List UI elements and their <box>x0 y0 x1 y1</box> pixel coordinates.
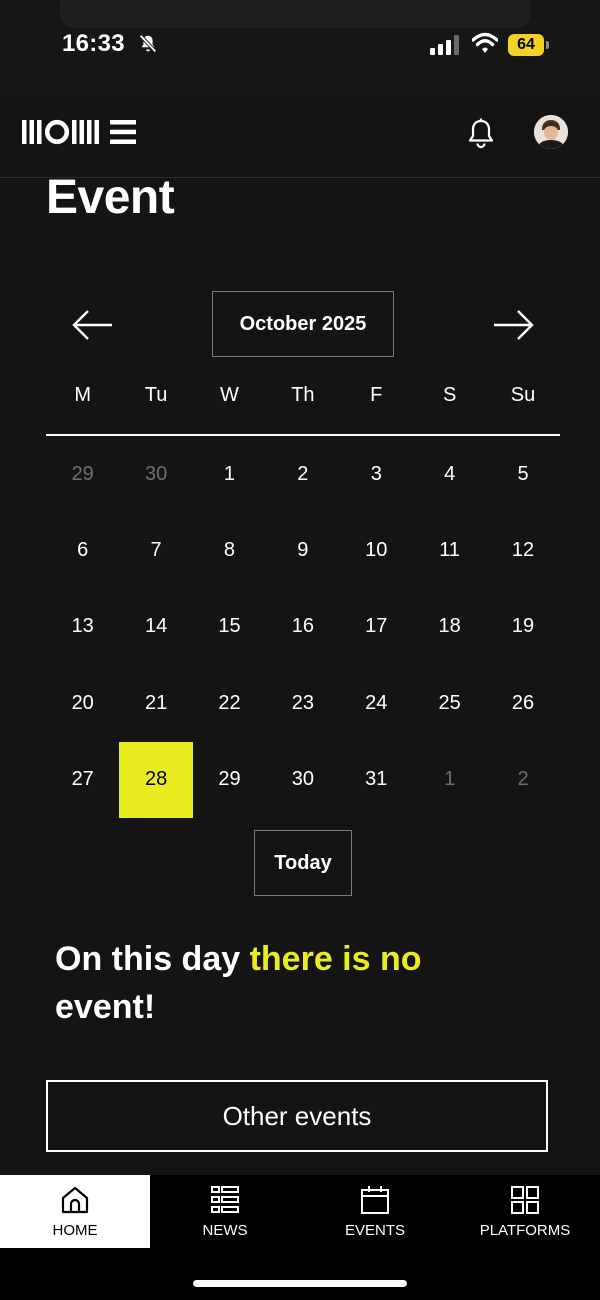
tab-events-label: EVENTS <box>344 1222 405 1239</box>
notification-bell-icon[interactable] <box>466 117 496 149</box>
avatar-portrait-icon <box>534 115 568 149</box>
calendar-day[interactable]: 26 <box>486 665 559 741</box>
calendar-day[interactable]: 6 <box>46 512 119 588</box>
calendar-week: 6 7 8 9 10 11 12 <box>46 512 560 588</box>
home-icon <box>61 1186 89 1214</box>
tab-platforms[interactable]: PLATFORMS <box>450 1175 600 1248</box>
tab-events[interactable]: EVENTS <box>300 1175 450 1248</box>
no-event-text-end: event! <box>55 988 156 1026</box>
calendar-day[interactable]: 9 <box>266 512 339 588</box>
tab-news[interactable]: NEWS <box>150 1175 300 1248</box>
calendar-day[interactable]: 20 <box>46 665 119 741</box>
calendar-week: 20 21 22 23 24 25 26 <box>46 665 560 741</box>
calendar-day[interactable]: 13 <box>46 589 119 665</box>
grid-icon <box>511 1186 539 1214</box>
calendar-week: 27 28 29 30 31 1 2 <box>46 741 560 818</box>
weekday-label: S <box>442 384 457 406</box>
no-event-text: On this day <box>55 940 250 978</box>
no-event-highlight: there is no <box>249 940 422 978</box>
battery-indicator: 64 <box>508 34 550 56</box>
no-event-message: On this day there is no event! <box>55 935 525 1031</box>
weekday-label: Th <box>291 384 315 406</box>
tab-news-label: NEWS <box>202 1222 248 1239</box>
tab-platforms-label: PLATFORMS <box>479 1222 571 1239</box>
calendar-day[interactable]: 24 <box>340 665 413 741</box>
calendar-day[interactable]: 14 <box>119 589 192 665</box>
calendar-day[interactable]: 8 <box>193 512 266 588</box>
status-time: 16:33 <box>62 30 125 57</box>
month-selector[interactable]: October 2025 <box>212 291 394 357</box>
calendar-day[interactable]: 25 <box>413 665 486 741</box>
other-events-button[interactable]: Other events <box>46 1080 548 1152</box>
calendar-day[interactable]: 21 <box>119 665 192 741</box>
next-month-arrow-icon[interactable] <box>492 308 536 342</box>
calendar-day[interactable]: 5 <box>486 436 559 512</box>
mome-logo[interactable] <box>22 117 138 147</box>
calendar-day[interactable]: 11 <box>413 512 486 588</box>
weekday-label: W <box>220 384 239 406</box>
tab-home-label: HOME <box>52 1222 98 1239</box>
calendar-day[interactable]: 10 <box>340 512 413 588</box>
calendar-day[interactable]: 16 <box>266 589 339 665</box>
calendar-day[interactable]: 23 <box>266 665 339 741</box>
calendar-day[interactable]: 7 <box>119 512 192 588</box>
status-bar: 16:33 64 <box>0 0 600 90</box>
calendar-day[interactable]: 2 <box>266 436 339 512</box>
battery-level: 64 <box>508 34 544 56</box>
calendar-day[interactable]: 12 <box>486 512 559 588</box>
calendar-day-outside-month[interactable]: 1 <box>413 742 486 818</box>
weekday-label: Tu <box>144 384 168 406</box>
calendar-day[interactable]: 19 <box>486 589 559 665</box>
status-bar-backdrop <box>60 0 530 28</box>
wifi-icon <box>472 32 498 53</box>
weekday-label: Su <box>510 384 536 406</box>
calendar-day[interactable]: 22 <box>193 665 266 741</box>
calendar-day[interactable]: 29 <box>193 742 266 818</box>
today-button[interactable]: Today <box>254 830 352 896</box>
calendar-day[interactable]: 17 <box>340 589 413 665</box>
weekday-header: M Tu W Th F S Su <box>46 384 560 407</box>
weekday-label: M <box>74 384 92 406</box>
calendar-day[interactable]: 4 <box>413 436 486 512</box>
calendar-day-outside-month[interactable]: 2 <box>486 742 559 818</box>
news-icon <box>211 1186 239 1213</box>
calendar-day-outside-month[interactable]: 29 <box>46 436 119 512</box>
calendar-day-selected[interactable]: 28 <box>119 741 193 818</box>
calendar-day[interactable]: 31 <box>340 742 413 818</box>
page-title: Event <box>46 171 175 224</box>
home-indicator <box>193 1280 407 1287</box>
bell-muted-icon <box>139 34 157 53</box>
calendar-day[interactable]: 18 <box>413 589 486 665</box>
app-header <box>0 90 600 178</box>
calendar-day[interactable]: 3 <box>340 436 413 512</box>
tab-home[interactable]: HOME <box>0 1175 150 1248</box>
cellular-signal-icon <box>430 35 459 55</box>
calendar-icon <box>361 1186 389 1214</box>
calendar-day[interactable]: 1 <box>193 436 266 512</box>
calendar-week: 29 30 1 2 3 4 5 <box>46 436 560 512</box>
calendar-day[interactable]: 27 <box>46 742 119 818</box>
user-avatar[interactable] <box>534 115 568 149</box>
calendar-grid: 29 30 1 2 3 4 5 6 7 8 9 10 11 12 13 14 1… <box>46 436 560 818</box>
calendar-day[interactable]: 30 <box>266 742 339 818</box>
calendar-day-outside-month[interactable]: 30 <box>119 436 192 512</box>
weekday-label: F <box>370 384 383 406</box>
previous-month-arrow-icon[interactable] <box>70 308 114 342</box>
calendar-day[interactable]: 15 <box>193 589 266 665</box>
calendar-week: 13 14 15 16 17 18 19 <box>46 589 560 665</box>
